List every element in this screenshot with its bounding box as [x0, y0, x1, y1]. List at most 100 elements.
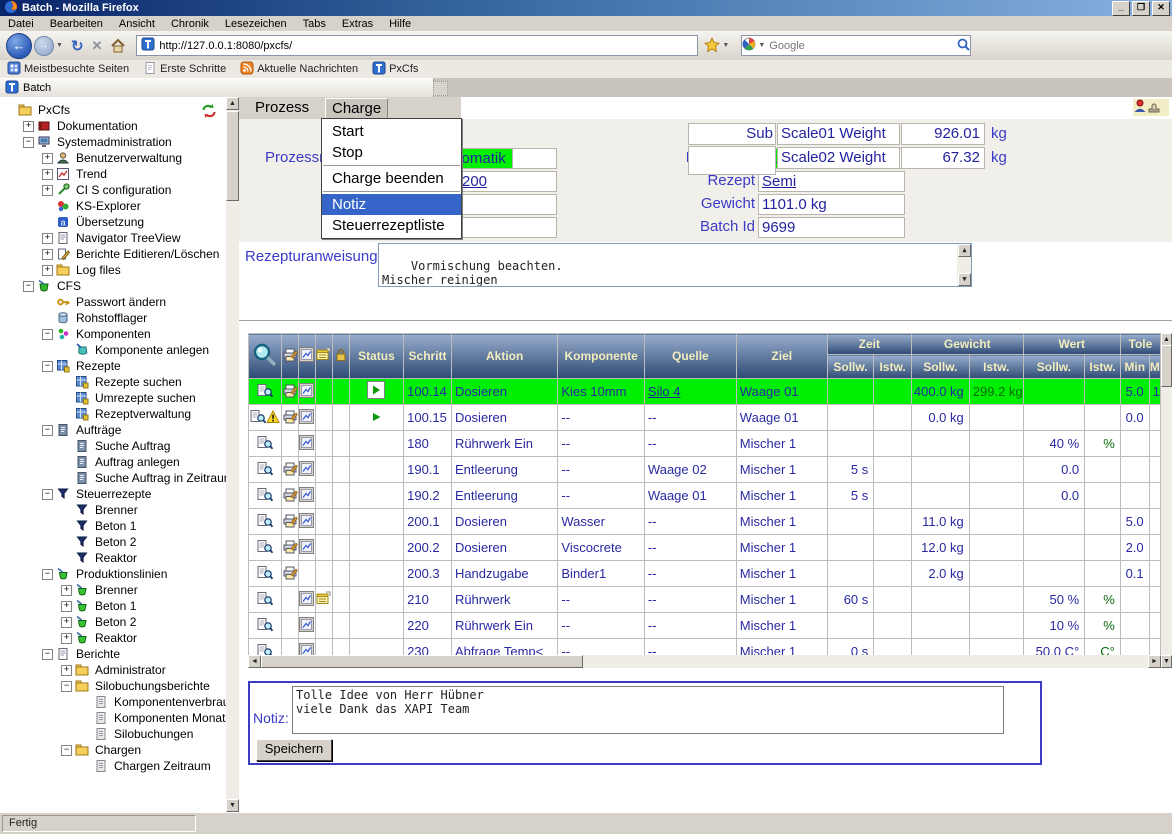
tree-item-rezepte-suchen[interactable]: Rezepte suchen — [0, 374, 226, 390]
row-doc-search-icon[interactable] — [249, 379, 282, 405]
charge-menu-item-stop[interactable]: Stop — [322, 142, 461, 163]
auftrag-link[interactable]: 200 — [462, 173, 487, 190]
tree-item-ks-explorer[interactable]: KS-Explorer — [0, 198, 226, 214]
row-doc-search-icon[interactable] — [249, 509, 282, 535]
back-button[interactable]: ← — [6, 33, 32, 59]
table-horizontal-scrollbar[interactable]: ◄ ► — [248, 655, 1161, 668]
row-printer-icon[interactable] — [281, 587, 298, 613]
row-doc-search-icon[interactable] — [249, 405, 282, 431]
quelle-cell[interactable]: Silo 4 — [644, 379, 736, 405]
tree-item-komponente-anlegen[interactable]: Komponente anlegen — [0, 342, 226, 358]
row-printer-icon[interactable] — [281, 535, 298, 561]
bookmark-aktuelle-nachrichten[interactable]: Aktuelle Nachrichten — [233, 61, 365, 77]
row-doc-search-icon[interactable] — [249, 431, 282, 457]
tree-expander[interactable]: + — [61, 617, 72, 628]
row-doc-search-icon[interactable] — [249, 613, 282, 639]
tree-expander[interactable]: + — [42, 249, 53, 260]
tree-item-brenner[interactable]: Brenner — [0, 502, 226, 518]
step-row-180[interactable]: 180Rührwerk Ein----Mischer 140 %% — [249, 431, 1161, 457]
tree-item-rezepte[interactable]: −Rezepte — [0, 358, 226, 374]
tree-item-komponenten-monatsbericht[interactable]: Komponenten Monatsbericht — [0, 710, 226, 726]
step-row-200.1[interactable]: 200.1DosierenWasser--Mischer 111.0 kg5.0 — [249, 509, 1161, 535]
tree-item-rezeptverwaltung[interactable]: Rezeptverwaltung — [0, 406, 226, 422]
tree-expander[interactable]: − — [23, 137, 34, 148]
tree-item-navigator-treeview[interactable]: +Navigator TreeView — [0, 230, 226, 246]
tree-item-beton-2[interactable]: +Beton 2 — [0, 614, 226, 630]
tree-item-reaktor[interactable]: Reaktor — [0, 550, 226, 566]
tree-item-beton-1[interactable]: Beton 1 — [0, 518, 226, 534]
home-button[interactable] — [110, 38, 126, 53]
browser-menu-datei[interactable]: Datei — [0, 18, 42, 30]
stop-button[interactable]: ✕ — [92, 38, 103, 54]
charge-menu-item-charge-beenden[interactable]: Charge beenden — [322, 168, 461, 189]
tree-item-chargen-zeitraum[interactable]: Chargen Zeitraum — [0, 758, 226, 774]
tree-item-übersetzung[interactable]: aÜbersetzung — [0, 214, 226, 230]
search-input[interactable] — [767, 39, 957, 53]
bookmark-meistbesuchte-seiten[interactable]: Meistbesuchte Seiten — [0, 61, 136, 77]
tree-item-pxcfs[interactable]: PxCfs — [0, 102, 226, 118]
tree-item-brenner[interactable]: +Brenner — [0, 582, 226, 598]
row-chart-icon[interactable] — [298, 509, 315, 535]
row-calendar-icon[interactable] — [315, 379, 332, 405]
tree-item-beton-2[interactable]: Beton 2 — [0, 534, 226, 550]
row-chart-icon[interactable] — [298, 405, 315, 431]
col-header-quelle[interactable]: Quelle — [644, 334, 736, 379]
rezepturanweisung-textarea[interactable]: Vormischung beachten. Mischer reinigen ▲… — [378, 243, 972, 287]
step-row-220[interactable]: 220Rührwerk Ein----Mischer 110 %% — [249, 613, 1161, 639]
tree-item-passwort-ändern[interactable]: Passwort ändern — [0, 294, 226, 310]
charge-menu-item-steuerrezeptliste[interactable]: Steuerrezeptliste — [322, 215, 461, 236]
browser-menu-ansicht[interactable]: Ansicht — [111, 18, 163, 30]
bookmark-pxcfs[interactable]: PxCfs — [365, 61, 425, 77]
charge-menu-item-notiz[interactable]: Notiz — [322, 194, 461, 215]
browser-menu-lesezeichen[interactable]: Lesezeichen — [217, 18, 295, 30]
row-printer-icon[interactable] — [281, 483, 298, 509]
tree-item-chargen[interactable]: −Chargen — [0, 742, 226, 758]
row-calendar-icon[interactable] — [315, 639, 332, 656]
browser-menu-chronik[interactable]: Chronik — [163, 18, 217, 30]
tree-item-ci-s-configuration[interactable]: +CI S configuration — [0, 182, 226, 198]
tree-expander[interactable]: + — [42, 153, 53, 164]
row-doc-search-icon[interactable] — [249, 535, 282, 561]
search-engine-dropdown-icon[interactable]: ▼ — [758, 42, 765, 49]
forward-button[interactable]: → — [34, 36, 54, 56]
row-doc-search-icon[interactable] — [249, 457, 282, 483]
menu-charge[interactable]: Charge — [325, 98, 388, 119]
tree-expander[interactable]: + — [61, 665, 72, 676]
tree-item-log-files[interactable]: +Log files — [0, 262, 226, 278]
maximize-button[interactable]: ❐ — [1132, 1, 1150, 16]
row-chart-icon[interactable] — [298, 587, 315, 613]
url-text[interactable]: http://127.0.0.1:8080/pxcfs/ — [159, 40, 292, 52]
row-chart-icon[interactable] — [298, 483, 315, 509]
tree-expander[interactable]: + — [42, 169, 53, 180]
tree-refresh-icon[interactable] — [200, 103, 218, 122]
tree-item-silobuchungsberichte[interactable]: −Silobuchungsberichte — [0, 678, 226, 694]
tree-item-berichte-editieren-löschen[interactable]: +Berichte Editieren/Löschen — [0, 246, 226, 262]
row-printer-icon[interactable] — [281, 405, 298, 431]
tree-expander[interactable]: − — [42, 569, 53, 580]
tree-item-aufträge[interactable]: −Aufträge — [0, 422, 226, 438]
sidebar-scrollbar[interactable]: ▲ ▼ — [226, 97, 239, 812]
tree-item-cfs[interactable]: −CFS — [0, 278, 226, 294]
tree-expander[interactable]: + — [42, 185, 53, 196]
row-doc-search-icon[interactable] — [249, 483, 282, 509]
quelle-link[interactable]: Silo 4 — [648, 384, 681, 399]
row-calendar-icon[interactable] — [315, 509, 332, 535]
bookmark-erste-schritte[interactable]: Erste Schritte — [136, 61, 233, 77]
tree-item-produktionslinien[interactable]: −Produktionslinien — [0, 566, 226, 582]
tree-expander[interactable]: − — [42, 361, 53, 372]
row-calendar-icon[interactable] — [315, 535, 332, 561]
rezept-link[interactable]: Semi — [762, 173, 796, 190]
step-row-100.15[interactable]: 100.15Dosieren----Waage 010.0 kg0.0 — [249, 405, 1161, 431]
row-chart-icon[interactable] — [298, 431, 315, 457]
tree-expander[interactable]: + — [61, 585, 72, 596]
tree-expander[interactable]: + — [61, 601, 72, 612]
step-row-100.14[interactable]: 100.14DosierenKies 10mmSilo 4Waage 01400… — [249, 379, 1161, 405]
tree-item-silobuchungen[interactable]: Silobuchungen — [0, 726, 226, 742]
tree-item-suche-auftrag-in-zeitraum[interactable]: Suche Auftrag in Zeitraum — [0, 470, 226, 486]
row-calendar-icon[interactable] — [315, 457, 332, 483]
row-calendar-icon[interactable] — [315, 431, 332, 457]
textarea-scrollbar[interactable]: ▲ ▼ — [957, 244, 971, 286]
bookmark-dropdown-icon[interactable]: ▼ — [722, 42, 729, 49]
tree-expander[interactable]: + — [42, 233, 53, 244]
tree-expander[interactable]: − — [61, 745, 72, 756]
